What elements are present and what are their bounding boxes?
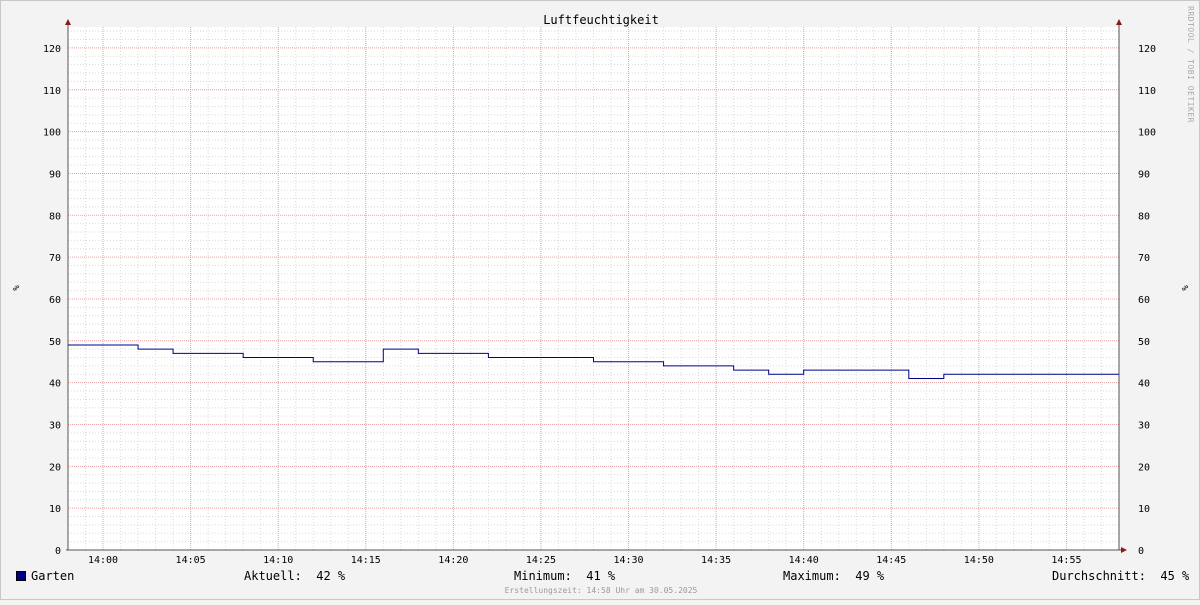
- y-axis-left-arrow: [65, 19, 71, 25]
- y-tick-label-right: 0: [1138, 546, 1144, 557]
- x-tick-label: 14:00: [88, 555, 118, 566]
- y-tick-label-right: 40: [1138, 379, 1150, 390]
- y-tick-label-right: 120: [1138, 44, 1156, 55]
- y-tick-label-right: 30: [1138, 420, 1150, 431]
- x-tick-label: 14:45: [876, 555, 906, 566]
- footer-timestamp: Erstellungszeit: 14:58 Uhr am 30.05.2025: [504, 586, 698, 595]
- y-tick-label-left: 10: [49, 504, 61, 515]
- stat-maximum: Maximum: 49 %: [783, 569, 884, 583]
- stat-current: Aktuell: 42 %: [244, 569, 345, 583]
- legend: Garten Aktuell: 42 % Minimum: 41 % Maxim…: [1, 569, 1200, 585]
- y-axis-label-left: %: [10, 285, 20, 291]
- legend-series-name: Garten: [31, 569, 75, 583]
- stat-current-value: 42 %: [316, 569, 346, 583]
- y-tick-label-right: 80: [1138, 211, 1150, 222]
- y-tick-label-left: 60: [49, 295, 61, 306]
- stat-average: Durchschnitt: 45 %: [1052, 569, 1189, 583]
- y-tick-label-right: 70: [1138, 253, 1150, 264]
- y-tick-label-left: 70: [49, 253, 61, 264]
- legend-swatch-garten: [16, 571, 26, 581]
- x-tick-label: 14:15: [351, 555, 381, 566]
- y-tick-label-left: 80: [49, 211, 61, 222]
- chart-canvas: 0 0 10 10 20 20 30 30 40 40 50 50 60 60 70 70 80 80 90 90 10…: [0, 0, 1200, 600]
- stat-min-value: 41 %: [586, 569, 616, 583]
- y-axis-label-right: %: [1179, 285, 1189, 291]
- plot-svg: 0 0 10 10 20 20 30 30 40 40 50 50 60 60 70 70 80 80 90 90 10…: [10, 13, 1189, 566]
- y-tick-label-right: 60: [1138, 295, 1150, 306]
- y-tick-label-left: 50: [49, 337, 61, 348]
- stat-current-label: Aktuell:: [244, 569, 302, 583]
- chart-title: Luftfeuchtigkeit: [543, 13, 659, 27]
- x-tick-label: 14:10: [263, 555, 293, 566]
- y-tick-label-right: 100: [1138, 128, 1156, 139]
- x-tick-label: 14:35: [701, 555, 731, 566]
- y-tick-label-right: 20: [1138, 462, 1150, 473]
- y-tick-label-left: 120: [43, 44, 61, 55]
- x-axis-arrow: [1121, 547, 1127, 553]
- y-tick-label-right: 50: [1138, 337, 1150, 348]
- stat-max-value: 49 %: [855, 569, 885, 583]
- stat-min-label: Minimum:: [514, 569, 572, 583]
- y-tick-label-left: 90: [49, 169, 61, 180]
- y-tick-label-right: 90: [1138, 169, 1150, 180]
- stat-max-label: Maximum:: [783, 569, 841, 583]
- y-tick-label-right: 10: [1138, 504, 1150, 515]
- stat-minimum: Minimum: 41 %: [514, 569, 615, 583]
- x-tick-label: 14:30: [613, 555, 643, 566]
- y-tick-label-left: 110: [43, 86, 61, 97]
- x-tick-label: 14:05: [176, 555, 206, 566]
- y-tick-label-left: 100: [43, 128, 61, 139]
- x-tick-label: 14:55: [1051, 555, 1081, 566]
- x-tick-label: 14:40: [789, 555, 819, 566]
- x-tick-label: 14:50: [964, 555, 994, 566]
- y-tick-label-left: 0: [55, 546, 61, 557]
- x-tick-label: 14:25: [526, 555, 556, 566]
- x-tick-label: 14:20: [438, 555, 468, 566]
- y-tick-label-right: 110: [1138, 86, 1156, 97]
- stat-avg-value: 45 %: [1160, 569, 1190, 583]
- watermark: RRDTOOL / TOBI OETIKER: [1186, 6, 1195, 123]
- y-tick-label-left: 40: [49, 379, 61, 390]
- y-tick-label-left: 20: [49, 462, 61, 473]
- y-axis-right-arrow: [1116, 19, 1122, 25]
- stat-avg-label: Durchschnitt:: [1052, 569, 1146, 583]
- y-tick-label-left: 30: [49, 420, 61, 431]
